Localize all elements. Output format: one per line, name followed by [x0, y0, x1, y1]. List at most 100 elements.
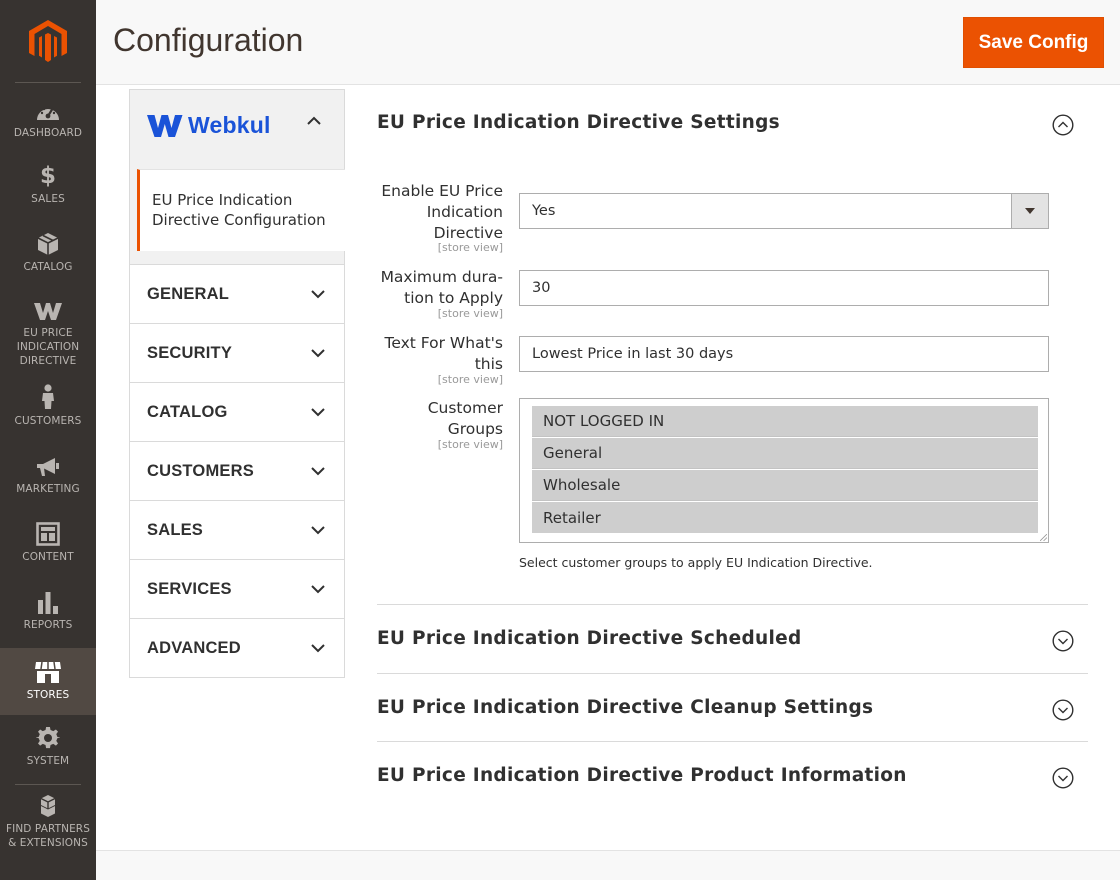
chevron-up-circle-icon[interactable]	[1052, 114, 1074, 136]
nav-item-partners[interactable]: FIND PARTNERS & EXTENSIONS	[0, 792, 96, 852]
tab-label-line: EU Price Indication	[152, 191, 293, 209]
tab-label: CUSTOMERS	[147, 461, 254, 480]
scope-label: [store view]	[437, 373, 503, 386]
label-line: Maximum dura-	[380, 268, 503, 286]
nav-label: DASHBOARD	[13, 127, 83, 139]
tab-services[interactable]: SERVICES	[130, 560, 344, 619]
nav-item-customers[interactable]: CUSTOMERS	[0, 384, 96, 442]
chevron-down-icon	[311, 408, 325, 417]
section-divider	[377, 741, 1088, 742]
chevron-down-icon	[311, 526, 325, 535]
nav-label: EU PRICE	[23, 327, 73, 339]
nav-label: FIND PARTNERS	[6, 823, 90, 835]
customer-groups-multiselect[interactable]: NOT LOGGED IN General Wholesale Retailer	[519, 398, 1049, 543]
vendor-tab-header[interactable]: Webkul	[129, 89, 345, 159]
group-option[interactable]: Retailer	[532, 502, 1038, 533]
nav-item-catalog[interactable]: CATALOG	[0, 230, 96, 288]
group-option[interactable]: NOT LOGGED IN	[532, 406, 1038, 437]
nav-label: DIRECTIVE	[19, 355, 77, 367]
webkul-icon	[33, 296, 63, 322]
cube-icon	[37, 230, 59, 256]
nav-item-content[interactable]: CONTENT	[0, 520, 96, 578]
group-option[interactable]: Wholesale	[532, 470, 1038, 501]
nav-label: REPORTS	[23, 619, 73, 631]
tab-eu-price-config[interactable]: EU Price Indication Directive Configurat…	[137, 169, 345, 251]
webkul-logo: Webkul	[147, 112, 271, 139]
nav-label: INDICATION	[16, 341, 80, 353]
resize-handle-icon[interactable]	[1040, 534, 1047, 541]
label-line: Enable EU Price	[381, 182, 503, 200]
label-line: Customer	[427, 399, 503, 417]
dropdown-arrow-icon[interactable]	[1011, 194, 1048, 228]
webkul-logo-text: Webkul	[188, 112, 271, 138]
chevron-down-circle-icon[interactable]	[1052, 767, 1074, 789]
chevron-down-icon	[311, 585, 325, 594]
person-icon	[41, 384, 55, 410]
page-title: Configuration	[113, 22, 304, 58]
nav-item-system[interactable]: SYSTEM	[0, 724, 96, 782]
label-line: Indication	[426, 203, 503, 221]
tab-eu-price-config-label: EU Price Indication Directive Configurat…	[152, 190, 326, 230]
chevron-down-circle-icon[interactable]	[1052, 630, 1074, 652]
section-divider	[377, 604, 1088, 605]
enable-select[interactable]: Yes	[519, 193, 1049, 229]
duration-input[interactable]: 30	[519, 270, 1049, 306]
layout-icon	[36, 520, 60, 546]
nav-item-stores[interactable]: STORES	[0, 648, 96, 715]
page-footer	[96, 850, 1120, 880]
chevron-down-icon	[311, 644, 325, 653]
scope-label: [store view]	[437, 438, 503, 451]
nav-divider	[15, 82, 81, 83]
chevron-down-icon	[311, 349, 325, 358]
tab-catalog[interactable]: CATALOG	[130, 383, 344, 442]
tab-label-line: Directive Configuration	[152, 211, 326, 229]
groups-field-label: Customer Groups	[428, 398, 503, 440]
scope-label: [store view]	[437, 307, 503, 320]
chevron-down-circle-icon[interactable]	[1052, 699, 1074, 721]
nav-label: STORES	[26, 689, 70, 701]
boxes-icon	[35, 792, 61, 818]
section-title-product-info[interactable]: EU Price Indication Directive Product In…	[377, 765, 907, 786]
section-title-cleanup[interactable]: EU Price Indication Directive Cleanup Se…	[377, 697, 873, 718]
nav-item-reports[interactable]: REPORTS	[0, 588, 96, 646]
nav-item-sales[interactable]: $ SALES	[0, 162, 96, 220]
tab-general[interactable]: GENERAL	[130, 265, 344, 324]
save-config-button[interactable]: Save Config	[963, 17, 1104, 68]
tab-security[interactable]: SECURITY	[130, 324, 344, 383]
tab-list: GENERAL SECURITY CATALOG CUSTOMERS SALES…	[129, 264, 345, 678]
tab-label: SALES	[147, 520, 204, 539]
tab-label: ADVANCED	[147, 638, 241, 657]
nav-label: CUSTOMERS	[14, 415, 82, 427]
nav-label: SYSTEM	[26, 755, 70, 767]
magento-logo[interactable]	[0, 0, 96, 84]
nav-item-eu-price[interactable]: EU PRICE INDICATION DIRECTIVE	[0, 296, 96, 376]
tab-label: SERVICES	[147, 579, 232, 598]
tab-advanced[interactable]: ADVANCED	[130, 619, 344, 677]
label-line: tion to Apply	[404, 289, 503, 307]
section-divider	[377, 673, 1088, 674]
tab-label: CATALOG	[147, 402, 228, 421]
chevron-down-icon	[311, 467, 325, 476]
enable-select-value: Yes	[532, 203, 556, 219]
nav-label: MARKETING	[16, 483, 80, 495]
tab-sales[interactable]: SALES	[130, 501, 344, 560]
section-title-settings[interactable]: EU Price Indication Directive Settings	[377, 112, 780, 133]
label-line: Groups	[447, 420, 503, 438]
whats-this-text-input[interactable]: Lowest Price in last 30 days	[519, 336, 1049, 372]
chevron-up-icon[interactable]	[306, 113, 322, 129]
tab-label: GENERAL	[147, 284, 230, 303]
nav-item-marketing[interactable]: MARKETING	[0, 452, 96, 510]
megaphone-icon	[35, 452, 61, 478]
nav-label: & EXTENSIONS	[8, 837, 88, 849]
label-line: Text For What's	[384, 334, 503, 352]
section-title-scheduled[interactable]: EU Price Indication Directive Scheduled	[377, 628, 802, 649]
enable-field-label: Enable EU Price Indication Directive	[381, 181, 503, 244]
gear-icon	[36, 724, 60, 750]
nav-label: SALES	[31, 193, 65, 205]
scope-label: [store view]	[437, 241, 503, 254]
nav-divider	[15, 784, 81, 785]
group-option[interactable]: General	[532, 438, 1038, 469]
admin-sidebar: DASHBOARD $ SALES CATALOG EU PRICE INDIC…	[0, 0, 96, 880]
tab-customers[interactable]: CUSTOMERS	[130, 442, 344, 501]
nav-item-dashboard[interactable]: DASHBOARD	[0, 96, 96, 154]
